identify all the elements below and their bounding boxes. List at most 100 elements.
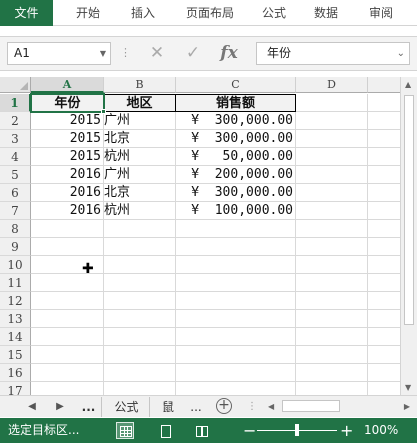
empty-cell[interactable] — [296, 130, 368, 148]
empty-cell[interactable] — [296, 256, 368, 274]
sheet-tab-formulas[interactable]: 公式 — [104, 397, 150, 417]
column-header-a[interactable]: A — [31, 77, 104, 93]
column-header-b[interactable]: B — [104, 77, 176, 93]
empty-cell[interactable] — [368, 292, 400, 310]
empty-cell[interactable] — [104, 274, 176, 292]
empty-cell[interactable] — [368, 148, 400, 166]
page-layout-view-icon[interactable] — [156, 422, 174, 439]
empty-cell[interactable] — [31, 382, 104, 395]
next-sheet-icon[interactable]: ▶ — [52, 398, 68, 416]
empty-cell[interactable] — [176, 364, 296, 382]
empty-cell[interactable] — [31, 310, 104, 328]
data-cell[interactable]: 广州 — [104, 112, 176, 130]
empty-cell[interactable] — [104, 346, 176, 364]
fill-handle[interactable] — [101, 109, 106, 114]
empty-cell[interactable] — [176, 220, 296, 238]
data-cell[interactable]: 北京 — [104, 130, 176, 148]
empty-cell[interactable] — [296, 94, 368, 112]
data-cell[interactable]: ¥ 200,000.00 — [176, 166, 296, 184]
prev-sheet-icon[interactable]: ◀ — [24, 398, 40, 416]
sheet-overflow-right[interactable]: ... — [184, 397, 208, 417]
tab-review[interactable]: 审阅 — [360, 0, 402, 26]
check-icon[interactable]: ✓ — [180, 42, 206, 65]
zoom-level[interactable]: 100% — [364, 418, 398, 443]
horizontal-scrollbar[interactable]: ◀ ▶ — [266, 399, 412, 414]
data-cell[interactable]: ¥ 100,000.00 — [176, 202, 296, 220]
function-icon[interactable]: fx — [216, 42, 242, 65]
row-header[interactable]: 10 — [0, 256, 31, 274]
empty-cell[interactable] — [296, 310, 368, 328]
empty-cell[interactable] — [176, 346, 296, 364]
zoom-in-icon[interactable]: + — [340, 418, 353, 443]
empty-cell[interactable] — [368, 364, 400, 382]
empty-cell[interactable] — [176, 310, 296, 328]
empty-cell[interactable] — [176, 274, 296, 292]
empty-cell[interactable] — [296, 346, 368, 364]
row-header[interactable]: 5 — [0, 166, 31, 184]
zoom-slider-thumb[interactable] — [295, 424, 299, 436]
tab-splitter-icon[interactable]: ⋮ — [244, 398, 260, 416]
empty-cell[interactable] — [368, 238, 400, 256]
empty-cell[interactable] — [296, 202, 368, 220]
tab-file[interactable]: 文件 — [0, 0, 53, 26]
empty-cell[interactable] — [104, 328, 176, 346]
worksheet-grid[interactable]: A B C D 1 年份 地区 销售额 2 2015 广州 ¥ 300,000.00 3 2015… — [0, 77, 400, 395]
empty-cell[interactable] — [368, 130, 400, 148]
normal-view-icon[interactable] — [116, 422, 134, 439]
empty-cell[interactable] — [296, 148, 368, 166]
empty-cell[interactable] — [296, 292, 368, 310]
select-all-button[interactable] — [0, 77, 31, 93]
row-header[interactable]: 13 — [0, 310, 31, 328]
data-cell[interactable]: ¥ 300,000.00 — [176, 130, 296, 148]
empty-cell[interactable] — [31, 346, 104, 364]
data-cell[interactable]: ¥ 50,000.00 — [176, 148, 296, 166]
empty-cell[interactable] — [368, 112, 400, 130]
empty-cell[interactable] — [368, 220, 400, 238]
empty-cell[interactable] — [31, 238, 104, 256]
row-header[interactable]: 1 — [0, 94, 31, 112]
empty-cell[interactable] — [104, 220, 176, 238]
column-header-d[interactable]: D — [296, 77, 368, 93]
sheet-tab-mouse[interactable]: 鼠 — [156, 397, 180, 417]
data-cell[interactable]: 杭州 — [104, 202, 176, 220]
data-cell[interactable]: 2016 — [31, 166, 104, 184]
empty-cell[interactable] — [176, 256, 296, 274]
row-header[interactable]: 8 — [0, 220, 31, 238]
empty-cell[interactable] — [368, 274, 400, 292]
data-cell[interactable]: 2015 — [31, 130, 104, 148]
add-sheet-icon[interactable]: + — [216, 398, 232, 414]
row-header[interactable]: 4 — [0, 148, 31, 166]
empty-cell[interactable] — [296, 238, 368, 256]
close-icon[interactable]: ✕ — [144, 42, 170, 65]
data-cell[interactable]: 杭州 — [104, 148, 176, 166]
empty-cell[interactable] — [176, 382, 296, 395]
empty-cell[interactable] — [104, 382, 176, 395]
data-cell[interactable]: ¥ 300,000.00 — [176, 184, 296, 202]
empty-cell[interactable] — [368, 202, 400, 220]
header-cell[interactable]: 地区 — [104, 94, 176, 112]
data-cell[interactable]: 2016 — [31, 202, 104, 220]
empty-cell[interactable] — [296, 112, 368, 130]
row-header[interactable]: 15 — [0, 346, 31, 364]
empty-cell[interactable] — [296, 328, 368, 346]
empty-cell[interactable] — [31, 220, 104, 238]
row-header[interactable]: 2 — [0, 112, 31, 130]
tab-page-layout[interactable]: 页面布局 — [177, 0, 243, 26]
data-cell[interactable]: 北京 — [104, 184, 176, 202]
scroll-right-icon[interactable]: ▶ — [404, 399, 410, 414]
empty-cell[interactable] — [296, 364, 368, 382]
row-header[interactable]: 7 — [0, 202, 31, 220]
tab-formulas[interactable]: 公式 — [253, 0, 295, 26]
empty-cell[interactable] — [296, 220, 368, 238]
tab-home[interactable]: 开始 — [66, 0, 110, 26]
data-cell[interactable]: 2015 — [31, 112, 104, 130]
empty-cell[interactable] — [368, 256, 400, 274]
empty-cell[interactable] — [368, 382, 400, 395]
data-cell[interactable]: 2016 — [31, 184, 104, 202]
empty-cell[interactable] — [296, 184, 368, 202]
scroll-down-icon[interactable]: ▼ — [405, 383, 411, 392]
empty-cell[interactable] — [296, 382, 368, 395]
empty-cell[interactable] — [31, 292, 104, 310]
empty-cell[interactable] — [296, 274, 368, 292]
tab-data[interactable]: 数据 — [304, 0, 348, 26]
